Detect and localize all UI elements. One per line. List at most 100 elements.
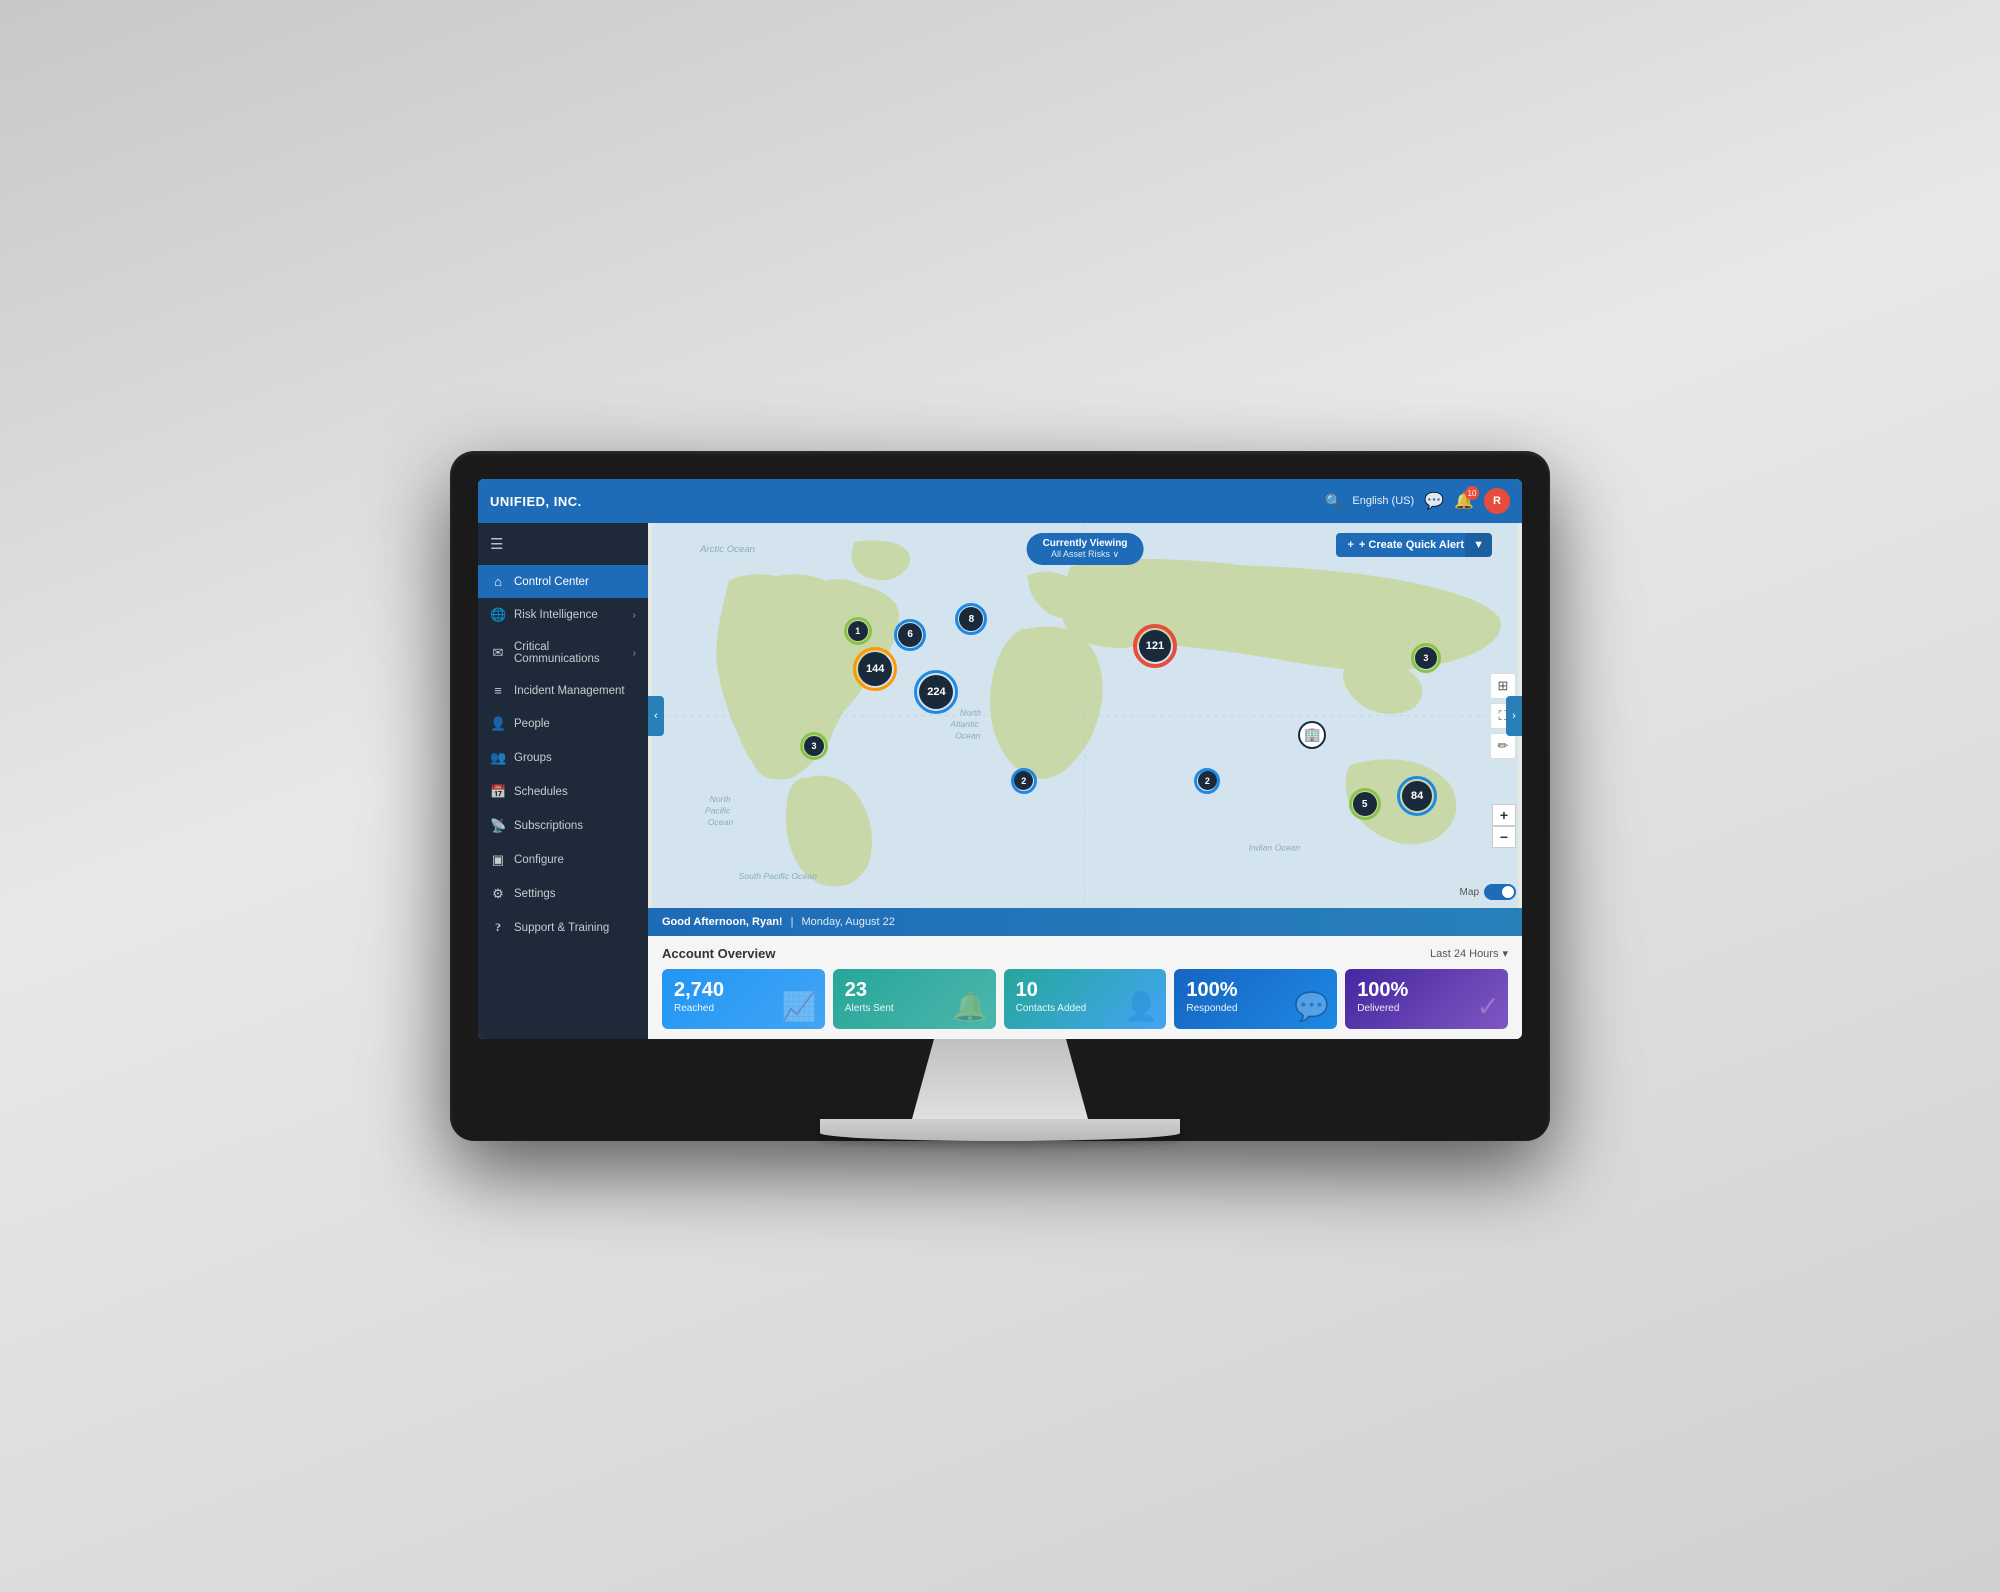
sidebar-label-incident-management: Incident Management <box>514 685 636 697</box>
svg-text:Atlantic: Atlantic <box>949 719 979 729</box>
sidebar: ☰ ⌂ Control Center 🌐 Risk Intelligence ›… <box>478 523 648 1039</box>
language-selector[interactable]: English (US) <box>1352 495 1414 507</box>
map-expand-left[interactable]: ‹ <box>648 696 664 736</box>
map-marker-3b[interactable]: 3 <box>1411 643 1441 673</box>
sidebar-item-support-training[interactable]: ? Support & Training <box>478 911 648 944</box>
user-avatar[interactable]: R <box>1484 488 1510 514</box>
svg-text:Ocean: Ocean <box>708 817 734 827</box>
settings-icon: ⚙ <box>490 886 506 902</box>
sidebar-label-people: People <box>514 718 636 730</box>
sidebar-item-critical-communications[interactable]: ✉ Critical Communications › <box>478 632 648 674</box>
map-toggle-label: Map <box>1460 887 1479 898</box>
sidebar-label-schedules: Schedules <box>514 786 636 798</box>
map-marker-5[interactable]: 5 <box>1349 788 1381 820</box>
sidebar-label-support-training: Support & Training <box>514 922 636 934</box>
map-marker-2b[interactable]: 2 <box>1194 768 1220 794</box>
zoom-in-button[interactable]: + <box>1492 804 1516 826</box>
greeting-date: Monday, August 22 <box>801 916 894 928</box>
email-icon: ✉ <box>490 645 506 661</box>
metric-card-contacts-added[interactable]: 10 Contacts Added 👤 <box>1004 969 1167 1029</box>
hamburger-menu[interactable]: ☰ <box>478 523 648 565</box>
sidebar-label-subscriptions: Subscriptions <box>514 820 636 832</box>
sidebar-item-people[interactable]: 👤 People <box>478 707 648 741</box>
map-marker-1[interactable]: 1 <box>844 617 872 645</box>
map-marker-224[interactable]: 224 <box>914 670 958 714</box>
sidebar-label-control-center: Control Center <box>514 576 636 588</box>
map-marker-8[interactable]: 8 <box>955 603 987 635</box>
account-overview: Account Overview Last 24 Hours ▾ 2,740 R… <box>648 936 1522 1039</box>
map-zoom-controls: + − <box>1492 804 1516 848</box>
app-logo: UNIFIED, INC. <box>490 494 1325 509</box>
currently-viewing-bar: Currently Viewing All Asset Risks ∨ <box>1027 533 1144 565</box>
sidebar-item-control-center[interactable]: ⌂ Control Center <box>478 565 648 598</box>
sidebar-item-incident-management[interactable]: ≡ Incident Management <box>478 674 648 707</box>
topbar: UNIFIED, INC. 🔍 English (US) 💬 🔔 10 R <box>478 479 1522 523</box>
metric-card-responded[interactable]: 100% Responded 💬 <box>1174 969 1337 1029</box>
metric-card-delivered[interactable]: 100% Delivered ✓ <box>1345 969 1508 1029</box>
currently-viewing-sub: All Asset Risks ∨ <box>1043 549 1128 560</box>
main-content: ☰ ⌂ Control Center 🌐 Risk Intelligence ›… <box>478 523 1522 1039</box>
zoom-out-button[interactable]: − <box>1492 826 1516 848</box>
map-marker-144[interactable]: 144 <box>853 647 897 691</box>
sidebar-label-critical-communications: Critical Communications <box>514 641 625 665</box>
map-toggle-switch[interactable] <box>1484 884 1516 900</box>
sidebar-item-configure[interactable]: ▣ Configure <box>478 843 648 877</box>
create-quick-alert-button[interactable]: + + Create Quick Alert <box>1336 533 1477 557</box>
metric-card-alerts-sent[interactable]: 23 Alerts Sent 🔔 <box>833 969 996 1029</box>
metric-value-delivered: 100% <box>1357 979 1496 1001</box>
currently-viewing-title: Currently Viewing <box>1043 538 1128 549</box>
monitor-base <box>820 1119 1180 1141</box>
map-marker-3a[interactable]: 3 <box>800 732 828 760</box>
monitor-outer: UNIFIED, INC. 🔍 English (US) 💬 🔔 10 R <box>450 451 1550 1141</box>
sidebar-item-schedules[interactable]: 📅 Schedules <box>478 775 648 809</box>
account-overview-header: Account Overview Last 24 Hours ▾ <box>662 946 1508 961</box>
building-marker[interactable]: 🏢 <box>1298 721 1326 749</box>
chevron-right-icon-2: › <box>633 648 636 659</box>
person-icon: 👤 <box>490 716 506 732</box>
svg-text:Indian Ocean: Indian Ocean <box>1249 842 1301 852</box>
right-panel: Arctic Ocean North Atlantic Ocean North … <box>648 523 1522 1039</box>
svg-text:Pacific: Pacific <box>705 806 731 816</box>
subscription-icon: 📡 <box>490 818 506 834</box>
sidebar-item-subscriptions[interactable]: 📡 Subscriptions <box>478 809 648 843</box>
map-marker-121[interactable]: 121 <box>1133 624 1177 668</box>
chevron-right-icon: › <box>633 610 636 621</box>
time-filter-button[interactable]: Last 24 Hours ▾ <box>1430 947 1508 960</box>
sidebar-item-groups[interactable]: 👥 Groups <box>478 741 648 775</box>
create-quick-alert-dropdown[interactable]: ▼ <box>1465 533 1492 557</box>
search-icon[interactable]: 🔍 <box>1325 493 1342 510</box>
currently-viewing-button[interactable]: Currently Viewing All Asset Risks ∨ <box>1027 533 1144 565</box>
monitor-screen: UNIFIED, INC. 🔍 English (US) 💬 🔔 10 R <box>478 479 1522 1039</box>
metric-cards: 2,740 Reached 📈 23 Alerts Sent 🔔 <box>662 969 1508 1029</box>
groups-icon: 👥 <box>490 750 506 766</box>
topbar-actions: 🔍 English (US) 💬 🔔 10 R <box>1325 488 1510 514</box>
map-marker-6[interactable]: 6 <box>894 619 926 651</box>
toggle-knob <box>1502 886 1514 898</box>
sidebar-label-groups: Groups <box>514 752 636 764</box>
sidebar-item-settings[interactable]: ⚙ Settings <box>478 877 648 911</box>
notifications-icon[interactable]: 🔔 10 <box>1454 491 1474 511</box>
globe-icon: 🌐 <box>490 607 506 623</box>
map-marker-2a[interactable]: 2 <box>1011 768 1037 794</box>
monitor-stand <box>890 1039 1110 1119</box>
svg-text:Ocean: Ocean <box>955 731 981 741</box>
greeting-text: Good Afternoon, Ryan! <box>662 916 783 928</box>
calendar-icon: 📅 <box>490 784 506 800</box>
greeting-bar: Good Afternoon, Ryan! | Monday, August 2… <box>648 908 1522 936</box>
sidebar-label-configure: Configure <box>514 854 636 866</box>
time-filter-label: Last 24 Hours <box>1430 948 1498 960</box>
pencil-icon[interactable]: ✏ <box>1490 733 1516 759</box>
world-map: Arctic Ocean North Atlantic Ocean North … <box>648 523 1522 908</box>
sidebar-item-risk-intelligence[interactable]: 🌐 Risk Intelligence › <box>478 598 648 632</box>
metric-label-delivered: Delivered <box>1357 1003 1496 1014</box>
account-overview-title: Account Overview <box>662 946 775 961</box>
map-marker-84[interactable]: 84 <box>1397 776 1437 816</box>
reached-icon: 📈 <box>782 990 817 1023</box>
sidebar-label-risk-intelligence: Risk Intelligence <box>514 609 625 621</box>
map-toggle: Map <box>1460 884 1516 900</box>
monitor-shell: UNIFIED, INC. 🔍 English (US) 💬 🔔 10 R <box>450 451 1550 1141</box>
messages-icon[interactable]: 💬 <box>1424 491 1444 511</box>
svg-text:South Pacific Ocean: South Pacific Ocean <box>739 871 818 881</box>
map-expand-right[interactable]: › <box>1506 696 1522 736</box>
metric-card-reached[interactable]: 2,740 Reached 📈 <box>662 969 825 1029</box>
